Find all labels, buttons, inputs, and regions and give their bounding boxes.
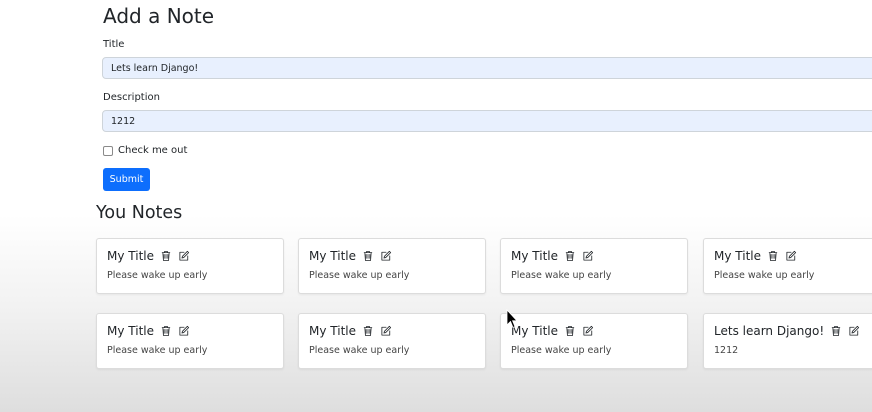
notes-heading: You Notes: [96, 203, 183, 223]
note-title: My Title: [511, 249, 558, 263]
edit-icon[interactable]: [380, 325, 392, 337]
note-title-row: My Title: [714, 249, 797, 263]
note-description: Please wake up early: [309, 345, 410, 356]
note-title-row: My Title: [107, 324, 190, 338]
edit-icon[interactable]: [582, 325, 594, 337]
note-description: Please wake up early: [107, 270, 208, 281]
trash-icon[interactable]: [362, 250, 374, 262]
note-card: My Title Please wake up early: [298, 238, 486, 294]
note-description: Please wake up early: [714, 270, 815, 281]
description-label: Description: [103, 92, 160, 103]
trash-icon[interactable]: [564, 250, 576, 262]
note-card: Lets learn Django! 1212: [703, 313, 872, 369]
note-card: My Title Please wake up early: [298, 313, 486, 369]
note-title: My Title: [309, 324, 356, 338]
note-description: Please wake up early: [511, 345, 612, 356]
check-me-out-checkbox[interactable]: [103, 145, 113, 156]
note-title-row: My Title: [309, 324, 392, 338]
title-label: Title: [103, 39, 125, 50]
note-description: Please wake up early: [511, 270, 612, 281]
note-title-row: My Title: [511, 249, 594, 263]
description-input[interactable]: [102, 110, 872, 132]
edit-icon[interactable]: [178, 325, 190, 337]
submit-button[interactable]: Submit: [103, 168, 150, 191]
note-title: My Title: [107, 324, 154, 338]
note-title-row: My Title: [107, 249, 190, 263]
trash-icon[interactable]: [767, 250, 779, 262]
trash-icon[interactable]: [564, 325, 576, 337]
note-card: My Title Please wake up early: [703, 238, 872, 294]
note-description: 1212: [714, 345, 739, 356]
title-input[interactable]: [102, 57, 872, 79]
note-title-row: My Title: [309, 249, 392, 263]
check-me-out-row[interactable]: Check me out: [103, 145, 187, 156]
edit-icon[interactable]: [380, 250, 392, 262]
edit-icon[interactable]: [178, 250, 190, 262]
note-card: My Title Please wake up early: [500, 238, 688, 294]
note-title: My Title: [309, 249, 356, 263]
trash-icon[interactable]: [160, 250, 172, 262]
note-title-row: Lets learn Django!: [714, 324, 860, 338]
note-card: My Title Please wake up early: [96, 313, 284, 369]
check-me-out-label: Check me out: [118, 145, 188, 156]
note-card: My Title Please wake up early: [500, 313, 688, 369]
mouse-pointer-icon: [506, 309, 518, 329]
note-description: Please wake up early: [107, 345, 208, 356]
edit-icon[interactable]: [582, 250, 594, 262]
note-description: Please wake up early: [309, 270, 410, 281]
note-title: My Title: [714, 249, 761, 263]
trash-icon[interactable]: [362, 325, 374, 337]
note-title: My Title: [107, 249, 154, 263]
note-title: Lets learn Django!: [714, 324, 825, 338]
note-title: My Title: [511, 324, 558, 338]
edit-icon[interactable]: [848, 325, 860, 337]
add-note-heading: Add a Note: [103, 4, 215, 28]
note-title-row: My Title: [511, 324, 594, 338]
note-card: My Title Please wake up early: [96, 238, 284, 294]
edit-icon[interactable]: [785, 250, 797, 262]
trash-icon[interactable]: [830, 325, 842, 337]
trash-icon[interactable]: [160, 325, 172, 337]
